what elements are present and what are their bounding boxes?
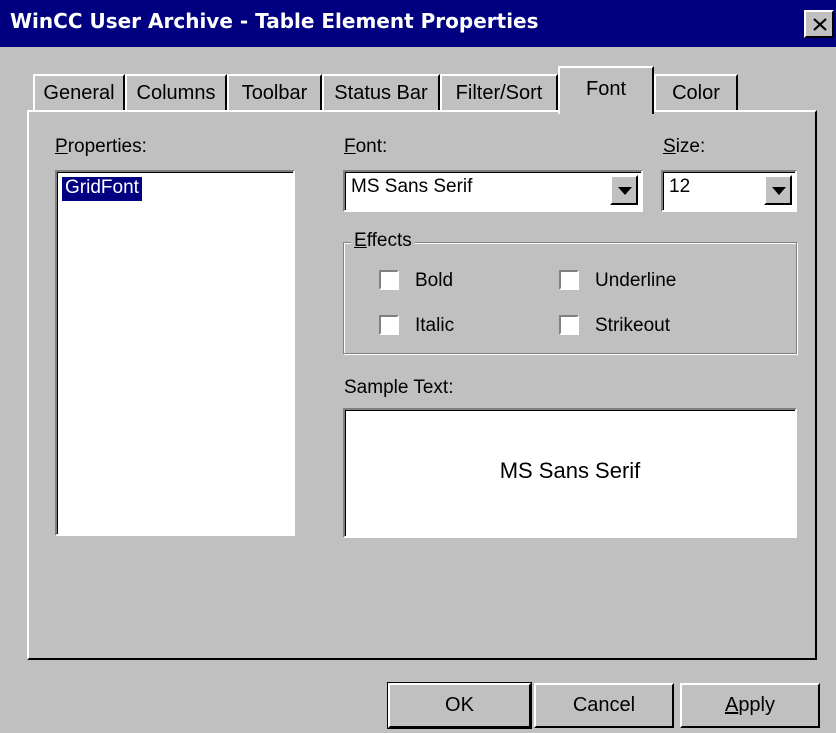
tab-general[interactable]: General (33, 74, 125, 112)
strikeout-checkbox[interactable] (559, 315, 579, 335)
tab-font[interactable]: Font (558, 66, 654, 114)
strikeout-label: Strikeout (595, 315, 670, 336)
cancel-button[interactable]: Cancel (534, 683, 674, 728)
effects-groupbox (343, 242, 797, 354)
font-combobox[interactable]: MS Sans Serif (343, 170, 643, 212)
font-label: Font: (344, 136, 388, 157)
tab-panel-font: Properties: GridFont Font: MS Sans Serif… (27, 110, 817, 660)
close-icon (813, 18, 827, 31)
italic-checkbox[interactable] (379, 315, 399, 335)
sample-text-label: Sample Text: (344, 377, 454, 398)
effects-label: Effects (351, 230, 415, 252)
font-dropdown-button[interactable] (610, 175, 638, 205)
ok-button[interactable]: OK (387, 682, 532, 729)
size-combobox[interactable]: 12 (661, 170, 797, 212)
dialog-window: WinCC User Archive - Table Element Prope… (0, 0, 836, 733)
italic-label: Italic (415, 315, 455, 336)
size-dropdown-button[interactable] (764, 175, 792, 205)
tab-columns[interactable]: Columns (125, 74, 227, 112)
bold-label: Bold (415, 270, 454, 291)
chevron-down-icon (772, 187, 786, 195)
chevron-down-icon (618, 187, 632, 195)
sample-text-preview: MS Sans Serif (343, 408, 797, 538)
underline-label: Underline (595, 270, 677, 291)
properties-list[interactable]: GridFont (55, 170, 295, 536)
tab-color[interactable]: Color (654, 74, 738, 112)
tab-status-bar[interactable]: Status Bar (322, 74, 440, 112)
window-title: WinCC User Archive - Table Element Prope… (10, 9, 539, 33)
tab-filter-sort[interactable]: Filter/Sort (440, 74, 558, 112)
bold-checkbox[interactable] (379, 270, 399, 290)
size-label: Size: (663, 136, 706, 157)
title-bar: WinCC User Archive - Table Element Prope… (0, 0, 836, 47)
list-item[interactable]: GridFont (62, 177, 142, 201)
underline-checkbox[interactable] (559, 270, 579, 290)
close-button[interactable] (804, 10, 834, 38)
sample-text: MS Sans Serif (499, 458, 641, 483)
size-value: 12 (669, 176, 691, 197)
properties-label: Properties: (55, 136, 147, 157)
apply-button[interactable]: Apply (680, 683, 820, 728)
font-value: MS Sans Serif (351, 176, 473, 197)
tab-toolbar[interactable]: Toolbar (227, 74, 322, 112)
